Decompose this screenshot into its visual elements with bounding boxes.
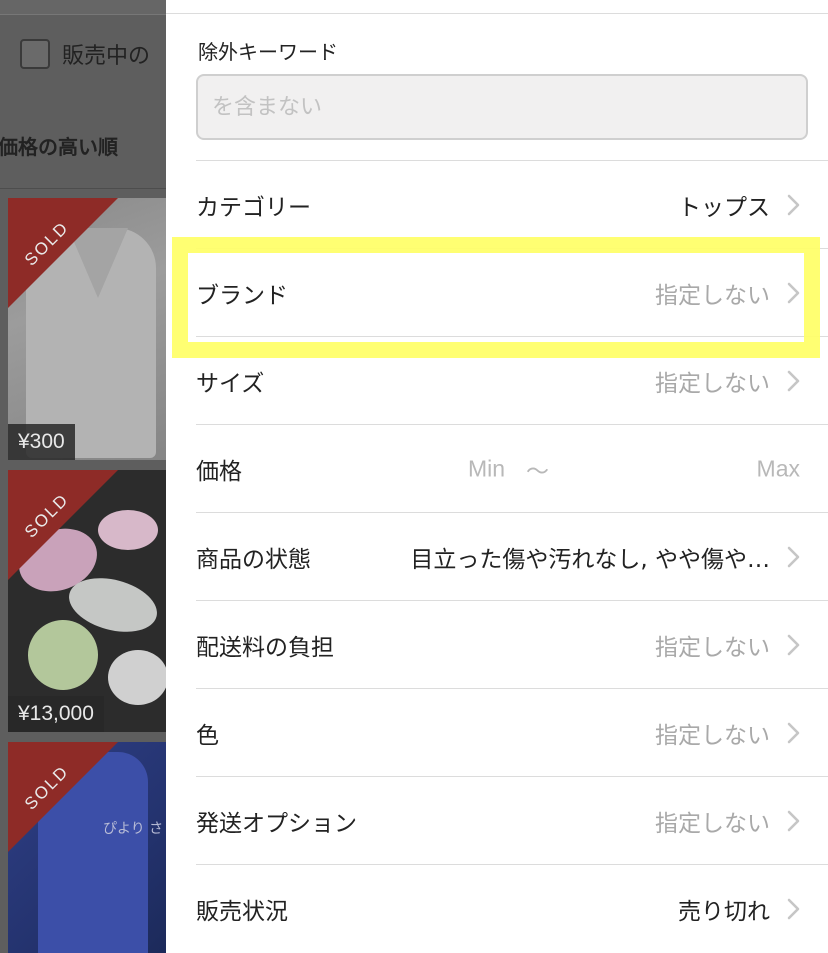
chevron-right-icon bbox=[786, 193, 802, 217]
exclude-keyword-input[interactable] bbox=[196, 74, 808, 140]
background-listing: 販売中の 価格の高い順 SOLD ¥300 SOLD ¥13,000 ぴより さ… bbox=[0, 0, 166, 953]
item-card[interactable]: SOLD ¥300 bbox=[8, 198, 166, 460]
filter-row-label: 発送オプション bbox=[196, 810, 357, 837]
on-sale-filter-label: 販売中の bbox=[62, 44, 151, 69]
sold-badge: SOLD bbox=[8, 470, 118, 580]
filter-row-sales-status[interactable]: 販売状況 売り切れ bbox=[196, 864, 828, 952]
exclude-keyword-label: 除外キーワード bbox=[198, 40, 338, 64]
chevron-right-icon bbox=[786, 809, 802, 833]
chevron-right-icon bbox=[786, 369, 802, 393]
price-max-input[interactable]: Max bbox=[757, 455, 800, 482]
filter-row-value: 売り切れ bbox=[678, 898, 770, 925]
sort-order-label[interactable]: 価格の高い順 bbox=[0, 131, 118, 160]
filter-row-label: 商品の状態 bbox=[196, 546, 311, 573]
item-price: ¥13,000 bbox=[8, 696, 104, 732]
filter-row-label: ブランド bbox=[196, 282, 288, 309]
filter-row-value: 指定しない bbox=[655, 722, 770, 749]
filter-panel: 除外キーワード カテゴリー トップス ブランド 指定しない サイズ 指定しない … bbox=[166, 0, 828, 953]
sold-badge: SOLD bbox=[8, 198, 118, 308]
filter-row-value: 指定しない bbox=[655, 370, 770, 397]
price-min-input[interactable]: Min bbox=[468, 455, 505, 482]
filter-row-value: 指定しない bbox=[655, 634, 770, 661]
filter-row-value: 指定しない bbox=[655, 810, 770, 837]
filter-row-condition[interactable]: 商品の状態 目立った傷や汚れなし, やや傷や… bbox=[196, 512, 828, 600]
chevron-right-icon bbox=[786, 633, 802, 657]
chevron-right-icon bbox=[786, 281, 802, 305]
filter-row-brand[interactable]: ブランド 指定しない bbox=[196, 248, 828, 336]
filter-row-label: サイズ bbox=[196, 370, 265, 397]
filter-row-label: 販売状況 bbox=[196, 898, 288, 925]
checkbox-icon[interactable] bbox=[20, 39, 50, 69]
chevron-right-icon bbox=[786, 721, 802, 745]
filter-row-shipping-fee[interactable]: 配送料の負担 指定しない bbox=[196, 600, 828, 688]
price-range-separator: 〜 bbox=[526, 458, 549, 485]
divider bbox=[0, 188, 166, 189]
filter-row-label: 価格 bbox=[196, 458, 242, 485]
filter-row-shipping-option[interactable]: 発送オプション 指定しない bbox=[196, 776, 828, 864]
filter-row-category[interactable]: カテゴリー トップス bbox=[196, 160, 828, 248]
filter-row-value: 目立った傷や汚れなし, やや傷や… bbox=[410, 546, 770, 573]
filter-row-size[interactable]: サイズ 指定しない bbox=[196, 336, 828, 424]
chevron-right-icon bbox=[786, 897, 802, 921]
filter-row-color[interactable]: 色 指定しない bbox=[196, 688, 828, 776]
filter-row-label: 配送料の負担 bbox=[196, 634, 334, 661]
sold-badge: SOLD bbox=[8, 742, 118, 852]
item-photo-pattern bbox=[22, 614, 104, 696]
divider bbox=[166, 13, 828, 14]
filter-row-price: 価格 Min 〜 Max bbox=[196, 424, 828, 512]
on-sale-filter[interactable]: 販売中の bbox=[20, 38, 150, 70]
item-card[interactable]: ぴより さ SOLD bbox=[8, 742, 166, 953]
item-price: ¥300 bbox=[8, 424, 75, 460]
item-photo-pattern bbox=[108, 650, 166, 705]
item-card[interactable]: SOLD ¥13,000 bbox=[8, 470, 166, 732]
chevron-right-icon bbox=[786, 545, 802, 569]
filter-row-label: カテゴリー bbox=[196, 194, 311, 221]
filter-row-value: 指定しない bbox=[655, 282, 770, 309]
filter-row-value: トップス bbox=[678, 194, 770, 221]
background-header bbox=[0, 0, 166, 15]
filter-row-label: 色 bbox=[196, 722, 219, 749]
